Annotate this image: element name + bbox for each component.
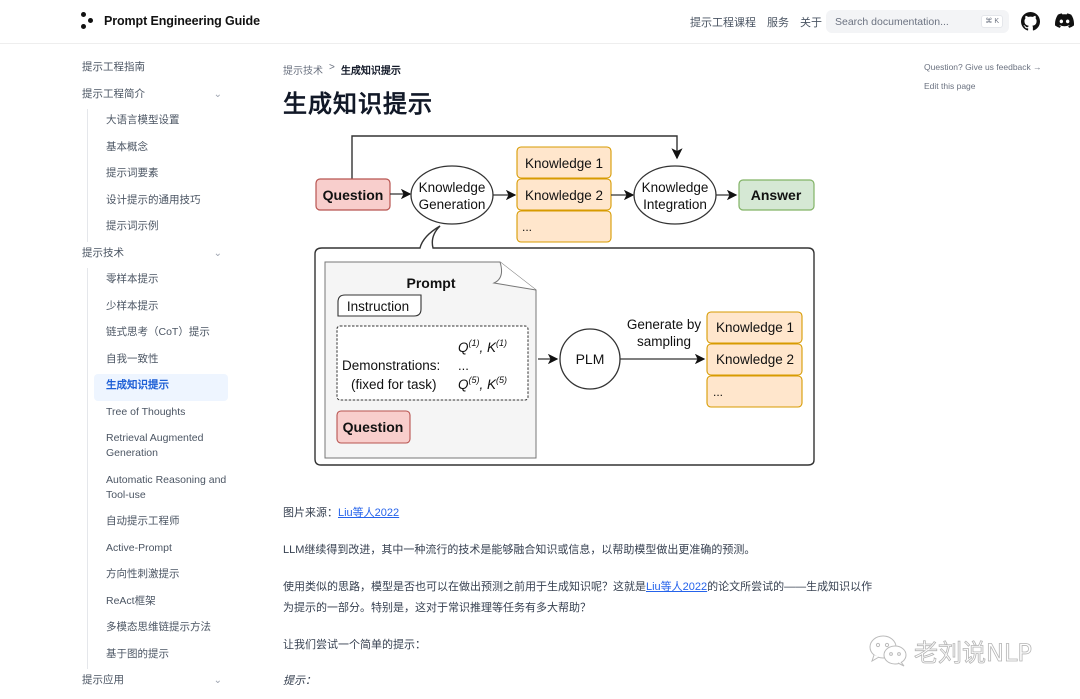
breadcrumb-parent[interactable]: 提示技术 (283, 62, 323, 77)
sidebar-group-techniques: 零样本提示 少样本提示 链式思考（CoT）提示 自我一致性 生成知识提示 Tre… (87, 268, 234, 669)
sample-knowledge-1-label: Knowledge 1 (716, 320, 794, 335)
prompt-label: 提示： (283, 675, 316, 687)
sidebar-item-fewshot[interactable]: 少样本提示 (94, 295, 234, 322)
sidebar-item-intro[interactable]: 提示工程简介 ⌄ (74, 83, 234, 110)
source-link[interactable]: Liu等人2022 (338, 507, 399, 519)
chevron-down-icon[interactable]: ⌄ (214, 669, 222, 692)
knowledge-generation-node (410, 165, 494, 225)
feedback-link[interactable]: Question? Give us feedback → (924, 62, 1042, 72)
sidebar-group-intro: 大语言模型设置 基本概念 提示词要素 设计提示的通用技巧 提示词示例 (87, 109, 234, 242)
wechat-icon (869, 635, 907, 666)
sidebar-item-label: 提示工程指南 (82, 61, 145, 73)
github-icon[interactable] (1021, 12, 1041, 32)
paragraph-2-text: 使用类似的思路，模型是否也可以在做出预测之前用于生成知识呢？这就是 (283, 581, 646, 593)
chevron-down-icon[interactable]: ⌄ (214, 242, 222, 265)
sidebar-item-tips[interactable]: 设计提示的通用技巧 (94, 189, 234, 216)
sidebar-item-dsp[interactable]: 方向性刺激提示 (94, 563, 234, 590)
sidebar-item-applications[interactable]: 提示应用 ⌄ (74, 669, 234, 696)
knowledge-item-1-label: Knowledge 1 (525, 156, 603, 171)
instruction-label: Instruction (347, 299, 409, 314)
logo-link[interactable]: Prompt Engineering Guide (81, 12, 260, 30)
search-box[interactable]: ⌘ K (826, 10, 1009, 33)
nav-link-about[interactable]: 关于 (800, 14, 822, 30)
paragraph-1: LLM继续得到改进，其中一种流行的技术是能够融合知识或信息，以帮助模型做出更准确… (283, 544, 756, 556)
sidebar-item-llm-settings[interactable]: 大语言模型设置 (94, 109, 234, 136)
sidebar-item-graph[interactable]: 基于图的提示 (94, 643, 234, 670)
breadcrumb-separator-icon: > (329, 62, 335, 73)
knowledge-generation-label-2: Generation (419, 197, 486, 212)
sidebar: 提示工程指南 提示工程简介 ⌄ 大语言模型设置 基本概念 提示词要素 设计提示的通… (74, 56, 234, 696)
generate-label-1: Generate by (627, 317, 702, 332)
knowledge-diagram: Question Knowledge Generation Knowledge … (314, 135, 815, 466)
demo-ellipsis: ... (458, 358, 469, 373)
watermark: 老刘说NLP (868, 633, 1032, 668)
prompt-question-label: Question (343, 419, 404, 435)
sidebar-item-guide[interactable]: 提示工程指南 (74, 56, 234, 83)
answer-label: Answer (751, 187, 802, 203)
paper-link[interactable]: Liu等人2022 (646, 581, 707, 593)
knowledge-generation-label-1: Knowledge (419, 180, 486, 195)
edit-page-link[interactable]: Edit this page (924, 81, 1042, 91)
toc-panel: Question? Give us feedback → Edit this p… (924, 62, 1042, 100)
image-source: 图片来源：Liu等人2022 (283, 503, 878, 524)
sidebar-item-rag[interactable]: Retrieval Augmented Generation (94, 427, 234, 469)
sidebar-item-react[interactable]: ReAct框架 (94, 590, 234, 617)
knowledge-integration-node (633, 165, 717, 225)
sidebar-item-label: 提示技术 (82, 246, 124, 259)
paragraph-3: 让我们尝试一个简单的提示： (283, 639, 426, 651)
sidebar-item-active-prompt[interactable]: Active-Prompt (94, 537, 234, 564)
chevron-down-icon[interactable]: ⌄ (214, 83, 222, 106)
sample-knowledge-more-label: ... (713, 385, 723, 399)
sample-knowledge-2-label: Knowledge 2 (716, 352, 794, 367)
question-label: Question (323, 187, 384, 203)
sidebar-item-tot[interactable]: Tree of Thoughts (94, 401, 234, 428)
sidebar-item-consistency[interactable]: 自我一致性 (94, 348, 234, 375)
knowledge-item-2-label: Knowledge 2 (525, 188, 603, 203)
sidebar-item-multimodal-cot[interactable]: 多模态思维链提示方法 (94, 616, 234, 643)
nav-link-course[interactable]: 提示工程课程 (690, 14, 756, 30)
sidebar-item-art[interactable]: Automatic Reasoning and Tool-use (94, 469, 234, 511)
search-input[interactable] (826, 10, 976, 33)
breadcrumb: 提示技术 > 生成知识提示 (283, 62, 401, 77)
sidebar-item-label: 提示工程简介 (82, 87, 145, 100)
prompt-title: Prompt (407, 275, 456, 291)
discord-icon[interactable] (1055, 13, 1075, 33)
sidebar-item-elements[interactable]: 提示词要素 (94, 162, 234, 189)
breadcrumb-current: 生成知识提示 (340, 66, 401, 77)
paragraph-2: 使用类似的思路，模型是否也可以在做出预测之前用于生成知识呢？这就是Liu等人20… (283, 577, 878, 619)
sidebar-item-basics[interactable]: 基本概念 (94, 136, 234, 163)
plm-label: PLM (576, 351, 605, 367)
sidebar-item-zeroshot[interactable]: 零样本提示 (94, 268, 234, 295)
sidebar-item-examples[interactable]: 提示词示例 (94, 215, 234, 242)
demonstrations-label: Demonstrations: (342, 358, 440, 373)
logo-icon (81, 12, 99, 30)
nav-links: 提示工程课程 服务 关于 (690, 14, 822, 30)
knowledge-item-more-label: ... (522, 220, 532, 234)
search-shortcut-badge: ⌘ K (981, 15, 1003, 28)
sidebar-item-label: 提示应用 (82, 674, 124, 686)
sidebar-item-cot[interactable]: 链式思考（CoT）提示 (94, 321, 234, 348)
page-title: 生成知识提示 (283, 91, 433, 118)
watermark-text: 老刘说NLP (914, 639, 1033, 668)
sidebar-item-knowledge[interactable]: 生成知识提示 (94, 374, 228, 401)
source-label: 图片来源： (283, 507, 338, 519)
nav-link-services[interactable]: 服务 (767, 14, 789, 30)
sidebar-item-ape[interactable]: 自动提示工程师 (94, 510, 234, 537)
generate-label-2: sampling (637, 334, 691, 349)
question-to-integration-arrow (351, 135, 683, 180)
knowledge-integration-label-2: Integration (643, 197, 707, 212)
knowledge-integration-label-1: Knowledge (642, 180, 709, 195)
demonstrations-sublabel: (fixed for task) (351, 377, 437, 392)
logo-title: Prompt Engineering Guide (104, 14, 260, 28)
sidebar-item-techniques[interactable]: 提示技术 ⌄ (74, 242, 234, 269)
top-navbar: Prompt Engineering Guide 提示工程课程 服务 关于 ⌘ … (0, 0, 1080, 44)
